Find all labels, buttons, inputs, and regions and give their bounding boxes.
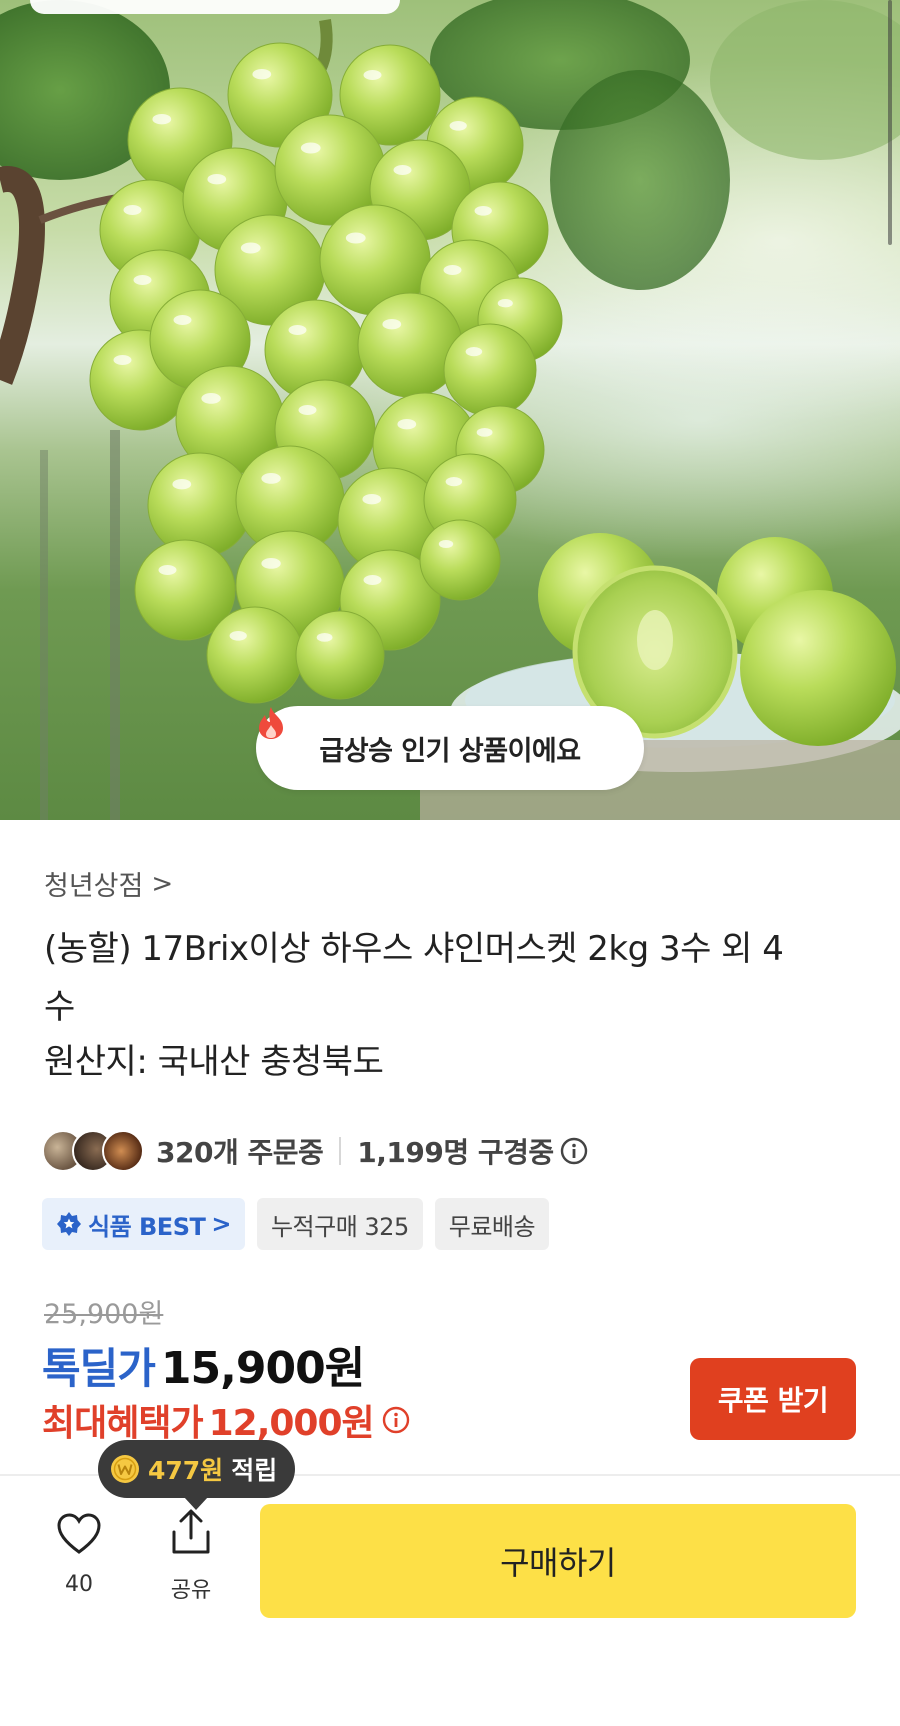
scrollbar[interactable] [888, 0, 892, 245]
grape-highlight [397, 419, 417, 430]
like-count: 40 [65, 1572, 93, 1597]
grape-highlight [474, 206, 492, 216]
grape-highlight [393, 165, 412, 175]
grape-highlight [261, 558, 281, 569]
trending-badge: 급상승 인기 상품이에요 [256, 706, 644, 790]
max-benefit-label: 최대혜택가 [42, 1403, 204, 1444]
grape-highlight [449, 121, 467, 131]
grape-highlight [362, 494, 382, 505]
grape-highlight [288, 325, 307, 335]
trending-badge-label: 급상승 인기 상품이에요 [319, 735, 581, 767]
store-name: 청년상점 [44, 871, 144, 902]
points-label: 적립 [231, 1456, 278, 1485]
like-button[interactable]: 40 [44, 1512, 114, 1597]
points-amount: 477원 [148, 1456, 224, 1485]
grape-highlight [316, 633, 333, 642]
product-image[interactable]: 급상승 인기 상품이에요 [0, 0, 900, 820]
grape-highlight [382, 319, 402, 330]
badge-row: 식품 BEST > 누적구매 325 무료배송 [42, 1198, 550, 1250]
grape-highlight [229, 631, 247, 641]
best-badge[interactable]: 식품 BEST > [42, 1198, 245, 1250]
purchase-stats: 320개 주문중 1,199명 구경중 [42, 1128, 588, 1174]
buy-button[interactable]: 구매하기 [260, 1504, 856, 1618]
grape-highlight [261, 473, 281, 484]
grape-highlight [123, 205, 142, 215]
grape [419, 519, 501, 601]
grape-highlight [300, 142, 321, 154]
grape-highlight [438, 540, 454, 548]
grape-highlight [172, 479, 192, 490]
grape-highlight [113, 355, 132, 365]
avatar [102, 1130, 144, 1172]
coin-icon [111, 1455, 139, 1483]
share-button[interactable]: 공유 [156, 1508, 226, 1604]
points-tooltip: 477원 적립 [98, 1440, 296, 1510]
store-link[interactable]: 청년상점 > [44, 864, 173, 903]
share-icon [172, 1509, 210, 1554]
info-icon[interactable] [560, 1137, 588, 1165]
top-overlay-pill [30, 0, 400, 14]
grape-highlight [252, 69, 272, 80]
grape-highlight [133, 275, 152, 285]
max-benefit-row: 최대혜택가 12,000원 [42, 1394, 410, 1446]
grape-highlight [465, 347, 483, 357]
grape-highlight [445, 477, 463, 487]
chevron-right-icon: > [211, 1210, 231, 1238]
grape [206, 606, 304, 704]
divider [339, 1137, 342, 1165]
fire-icon [259, 707, 283, 739]
product-title: (농할) 17Brix이상 하우스 샤인머스켓 2kg 3수 외 4수 [44, 929, 784, 1027]
grape-highlight [476, 428, 493, 437]
grape-highlight [298, 405, 317, 415]
free-shipping-badge: 무료배송 [434, 1198, 550, 1250]
share-label: 공유 [170, 1578, 212, 1603]
get-coupon-button[interactable]: 쿠폰 받기 [690, 1358, 856, 1440]
grape-highlight [345, 232, 366, 244]
grape-highlight [201, 393, 221, 404]
chevron-right-icon: > [151, 868, 174, 899]
viewers-count: 1,199명 구경중 [357, 1136, 554, 1169]
grape-highlight [152, 114, 172, 125]
grape-highlight [443, 265, 462, 275]
heart-icon [57, 1513, 101, 1554]
deal-price-row: 톡딜가 15,900원 [42, 1332, 365, 1396]
grape [443, 323, 537, 417]
grape-highlight [207, 174, 227, 185]
deal-price: 15,900원 [160, 1343, 365, 1394]
product-origin: 원산지: 국내산 충청북도 [44, 1042, 384, 1082]
grapes-illustration [0, 0, 900, 820]
grape-highlight [363, 575, 382, 585]
max-benefit-price: 12,000원 [208, 1403, 375, 1444]
grape-highlight [173, 315, 192, 325]
grape [295, 610, 385, 700]
deal-price-label: 톡딜가 [42, 1344, 156, 1393]
cumulative-purchase-badge: 누적구매 325 [256, 1198, 423, 1250]
grape-highlight [497, 299, 513, 308]
grape-highlight [158, 565, 177, 575]
buyer-avatars [42, 1130, 144, 1172]
best-badge-label: 식품 BEST [88, 1212, 206, 1241]
orders-count: 320개 주문중 [156, 1136, 324, 1169]
grape-highlight [363, 70, 382, 80]
info-icon[interactable] [382, 1406, 410, 1434]
grape-highlight [240, 242, 261, 254]
original-price: 25,900원 [44, 1299, 164, 1330]
badge-star-icon [57, 1212, 81, 1236]
